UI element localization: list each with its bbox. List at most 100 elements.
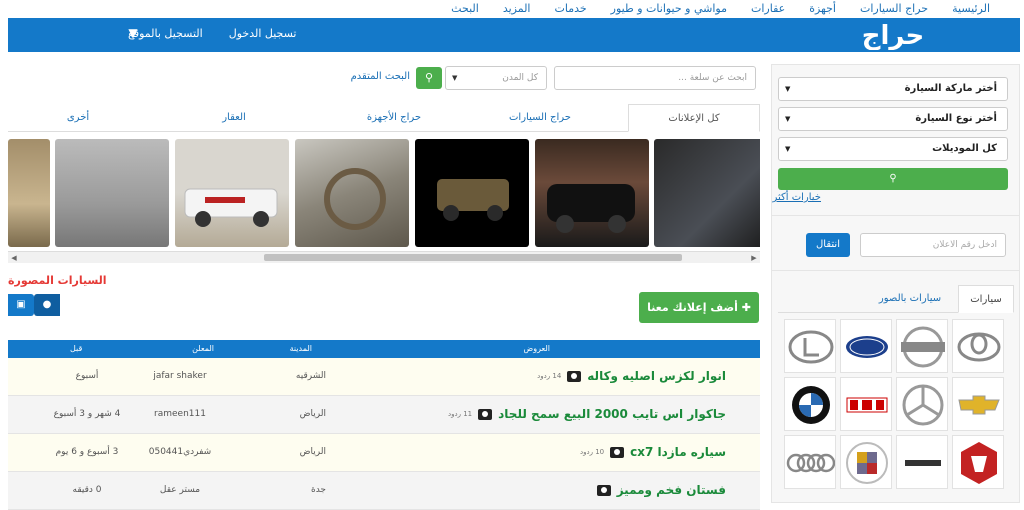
scroll-left-icon[interactable]: ◀ xyxy=(8,252,20,264)
tab-all[interactable]: كل الإعلانات xyxy=(628,104,760,132)
ad-age: 3 أسبوع و 6 يوم xyxy=(55,447,119,457)
more-options-link[interactable]: خيارات أكثر xyxy=(772,192,821,203)
ad-age: أسبوع xyxy=(75,371,99,381)
nav-services[interactable]: خدمات xyxy=(542,2,598,15)
plus-icon: ✚ xyxy=(741,301,751,314)
table-row[interactable]: انوار لكزس اصليه وكاله 14 ردود الشرقيه ja… xyxy=(8,358,760,396)
header-city: المدينة xyxy=(289,344,312,353)
table-header: العروض المدينة المعلن قبل xyxy=(8,340,760,358)
ad-user[interactable]: jafar shaker xyxy=(130,371,230,381)
make-select-value: أختر ماركة السيارة xyxy=(904,83,997,94)
city-select[interactable]: كل المدن ▼ xyxy=(445,66,547,90)
tab-devices[interactable]: حراج الأجهزة xyxy=(328,104,460,132)
chevron-down-icon[interactable]: ▼ xyxy=(126,26,140,40)
brand-grid xyxy=(784,319,1004,489)
gallery-thumb[interactable] xyxy=(415,139,529,247)
camera-icon xyxy=(478,408,493,420)
view-toggle: ● ▣ xyxy=(8,294,60,316)
gallery-thumb[interactable] xyxy=(535,139,649,247)
tab-cars-brands[interactable]: سيارات xyxy=(958,285,1014,313)
table-row[interactable]: جاكوار اس تايب 2000 البيع سمح للجاد 11 رد… xyxy=(8,396,760,434)
scrollbar-thumb[interactable] xyxy=(264,254,682,261)
hummer-logo-icon[interactable] xyxy=(896,435,948,489)
ad-age: 0 دقيقه xyxy=(72,485,102,495)
ads-table: العروض المدينة المعلن قبل انوار لكزس اصل… xyxy=(8,340,760,510)
model-select-value: كل الموديلات xyxy=(932,143,997,154)
main-column: ابحث عن سلعة ... كل المدن ▼ ⚲ البحث المت… xyxy=(0,52,765,510)
model-select[interactable]: كل الموديلات ▼ xyxy=(778,137,1008,161)
caret-icon: ▼ xyxy=(785,85,791,93)
bmw-logo-icon[interactable] xyxy=(784,377,836,431)
make-select[interactable]: أختر ماركة السيارة ▼ xyxy=(778,77,1008,101)
dodge-logo-icon[interactable] xyxy=(952,435,1004,489)
search-icon: ⚲ xyxy=(424,71,434,84)
sidebar-search-button[interactable]: ⚲ xyxy=(778,168,1008,190)
ad-city: الرياض xyxy=(299,409,326,419)
search-button[interactable]: ⚲ xyxy=(416,67,442,89)
ad-title[interactable]: جاكوار اس تايب 2000 البيع سمح للجاد xyxy=(498,407,726,421)
caret-icon: ▼ xyxy=(785,145,791,153)
ad-number-input[interactable]: ادخل رقم الاعلان xyxy=(860,233,1006,257)
gallery-thumb[interactable] xyxy=(654,139,760,247)
ford-logo-icon[interactable] xyxy=(840,319,892,373)
nissan-logo-icon[interactable] xyxy=(896,319,948,373)
header-links: تسجيل الدخول التسجيل بالموقع xyxy=(128,27,297,40)
chevrolet-logo-icon[interactable] xyxy=(952,377,1004,431)
sidebar-tabs: سيارات سيارات بالصور xyxy=(778,285,1014,313)
sidebar: أختر ماركة السيارة ▼ أختر نوع السيارة ▼ … xyxy=(771,64,1020,503)
nav-home[interactable]: الرئيسية xyxy=(940,2,1002,15)
table-row[interactable]: سياره مازدا cx7 10 ردود الرياض شفردي05044… xyxy=(8,434,760,472)
gallery-thumb[interactable] xyxy=(175,139,289,247)
toyota-logo-icon[interactable] xyxy=(952,319,1004,373)
tab-other[interactable]: أخرى xyxy=(12,104,144,132)
gallery-thumb[interactable] xyxy=(8,139,50,247)
reply-count: 10 ردود xyxy=(579,448,605,456)
login-link[interactable]: تسجيل الدخول xyxy=(229,27,297,40)
camera-icon xyxy=(596,484,611,496)
add-ad-label: أضف إعلانك معنا xyxy=(647,301,738,314)
header-bar: حراج تسجيل الدخول التسجيل بالموقع ▼ xyxy=(8,18,1020,52)
go-to-ad-button[interactable]: انتقال xyxy=(806,233,850,257)
type-select-value: أختر نوع السيارة xyxy=(915,113,997,124)
audi-logo-icon[interactable] xyxy=(784,435,836,489)
search-row: ابحث عن سلعة ... كل المدن ▼ ⚲ البحث المت… xyxy=(8,66,760,90)
haraj-logo[interactable]: حراج xyxy=(850,20,936,50)
ad-user[interactable]: شفردي050441 xyxy=(130,447,230,457)
globe-icon[interactable]: ● xyxy=(34,294,60,316)
cadillac-logo-icon[interactable] xyxy=(840,435,892,489)
scroll-right-icon[interactable]: ▶ xyxy=(748,252,760,264)
ad-city: الرياض xyxy=(299,447,326,457)
table-row[interactable]: فستان فخم ومميز جدة مستر عقل 0 دقيقه xyxy=(8,472,760,510)
car-photo xyxy=(547,184,635,233)
nav-realestate[interactable]: عقارات xyxy=(739,2,797,15)
top-nav: الرئيسية حراج السيارات أجهزة عقارات مواش… xyxy=(0,0,1024,18)
caret-icon: ▼ xyxy=(785,115,791,123)
image-icon[interactable]: ▣ xyxy=(8,294,34,316)
nav-more[interactable]: المزيد xyxy=(491,2,543,15)
ad-title[interactable]: انوار لكزس اصليه وكاله xyxy=(587,369,726,383)
ad-title[interactable]: سياره مازدا cx7 xyxy=(630,445,726,459)
divider xyxy=(772,270,1019,271)
gallery-thumb[interactable] xyxy=(295,139,409,247)
car-photo xyxy=(437,179,509,221)
add-ad-button[interactable]: ✚ أضف إعلانك معنا xyxy=(639,292,759,323)
ad-city: الشرقيه xyxy=(295,371,326,381)
nav-cars[interactable]: حراج السيارات xyxy=(848,2,940,15)
mercedes-logo-icon[interactable] xyxy=(896,377,948,431)
tab-cars-photos[interactable]: سيارات بالصور xyxy=(868,285,952,313)
type-select[interactable]: أختر نوع السيارة ▼ xyxy=(778,107,1008,131)
nav-animals[interactable]: مواشي و حيوانات و طيور xyxy=(599,2,739,15)
ad-user[interactable]: مستر عقل xyxy=(130,485,230,495)
gallery-scrollbar[interactable]: ◀ ▶ xyxy=(8,251,760,263)
search-input[interactable]: ابحث عن سلعة ... xyxy=(554,66,756,90)
gallery-thumb[interactable] xyxy=(55,139,169,247)
ad-user[interactable]: rameen111 xyxy=(130,409,230,419)
tab-realestate[interactable]: العقار xyxy=(168,104,300,132)
nav-devices[interactable]: أجهزة xyxy=(797,2,848,15)
gmc-logo-icon[interactable] xyxy=(840,377,892,431)
lexus-logo-icon[interactable] xyxy=(784,319,836,373)
nav-search[interactable]: البحث xyxy=(439,2,491,15)
advanced-search-link[interactable]: البحث المتقدم xyxy=(351,71,410,82)
ad-title[interactable]: فستان فخم ومميز xyxy=(617,483,726,497)
tab-cars[interactable]: حراج السيارات xyxy=(474,104,606,132)
